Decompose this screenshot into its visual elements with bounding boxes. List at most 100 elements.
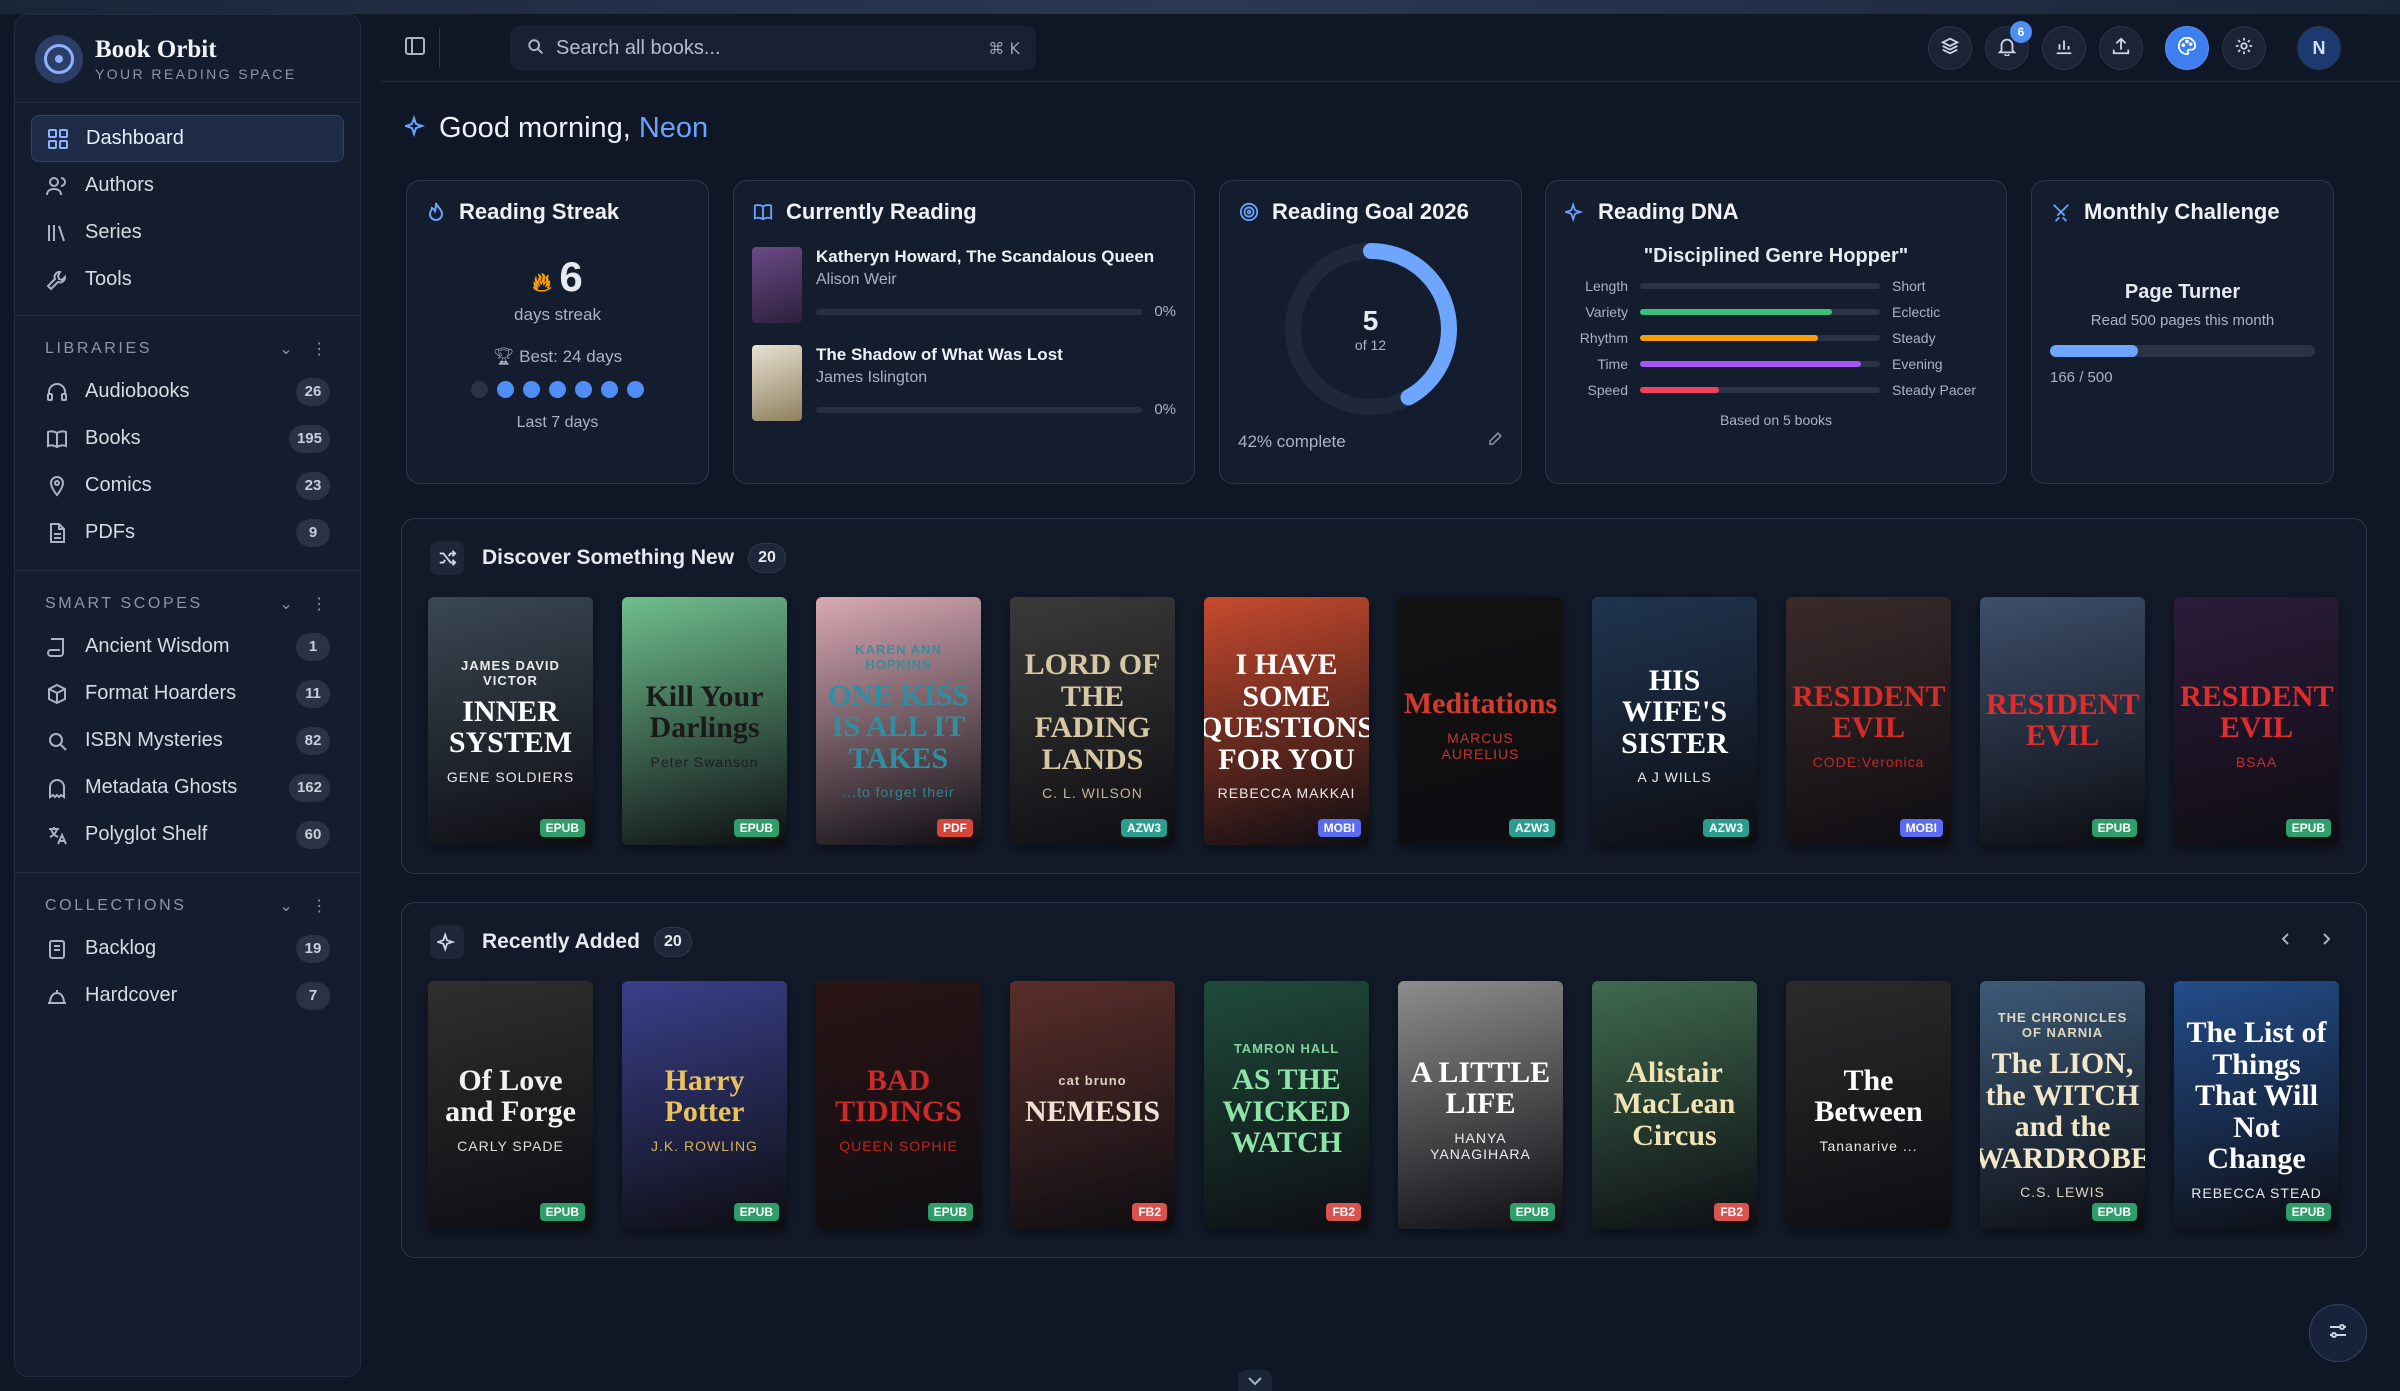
- book-cover[interactable]: HIS WIFE'S SISTER A J WILLS AZW3: [1592, 597, 1757, 845]
- settings-button[interactable]: [2222, 26, 2266, 70]
- toggle-sidebar-button[interactable]: [400, 28, 440, 68]
- challenge-name: Page Turner: [2124, 281, 2241, 303]
- book-author: GENE SOLDIERS: [446, 768, 575, 785]
- monthly-challenge-card[interactable]: Monthly Challenge Page Turner Read 500 p…: [2031, 180, 2334, 484]
- discover-shelf: Discover Something New 20 JAMES DAVID VI…: [401, 518, 2367, 874]
- collection-label: Hardcover: [85, 984, 178, 1006]
- scope-format-hoarders[interactable]: Format Hoarders 11: [31, 670, 344, 717]
- chevron-down-icon[interactable]: [1238, 1370, 1272, 1391]
- nav-series[interactable]: Series: [31, 209, 344, 256]
- panel-left-icon: [404, 35, 426, 62]
- book-author: BSAA: [2235, 753, 2278, 770]
- book-cover[interactable]: Meditations MARCUS AURELIUS AZW3: [1398, 597, 1563, 845]
- layers-button[interactable]: [1928, 26, 1972, 70]
- book-cover[interactable]: JAMES DAVID VICTOR INNER SYSTEM GENE SOLDI…: [428, 597, 593, 845]
- more-vertical-icon[interactable]: ⋮: [311, 896, 330, 916]
- reading-streak-card[interactable]: Reading Streak 🔥︎ 6 days streak 🏆︎ Best: …: [406, 180, 709, 484]
- nav-authors[interactable]: Authors: [31, 162, 344, 209]
- notification-count: 6: [2010, 21, 2032, 43]
- book-title: BAD TIDINGS: [835, 1063, 962, 1128]
- nav-tools[interactable]: Tools: [31, 256, 344, 303]
- book-cover[interactable]: BAD TIDINGS QUEEN SOPHIE EPUB: [816, 981, 981, 1229]
- sparkle-icon[interactable]: [430, 925, 464, 959]
- library-books[interactable]: Books 195: [31, 415, 344, 462]
- library-icon: [45, 221, 69, 245]
- streak-label: days streak: [514, 305, 601, 324]
- chevron-left-icon[interactable]: [2278, 931, 2294, 952]
- reading-dna-card[interactable]: Reading DNA "Disciplined Genre Hopper" L…: [1545, 180, 2007, 484]
- orbit-logo-icon: [35, 34, 83, 83]
- reading-goal-card[interactable]: Reading Goal 2026 5 of 12 42% complete: [1219, 180, 1522, 484]
- scope-polyglot-shelf[interactable]: Polyglot Shelf 60: [31, 811, 344, 858]
- book-cover[interactable]: The List of Things That Will Not Change R…: [2174, 981, 2339, 1229]
- book-title: The Between: [1814, 1063, 1923, 1128]
- challenge-progress-bar: [2050, 345, 2315, 357]
- collection-backlog[interactable]: Backlog 19: [31, 925, 344, 972]
- chevron-down-icon[interactable]: ⌄: [279, 339, 295, 359]
- book-open-icon: [45, 427, 69, 451]
- book-cover[interactable]: Harry Potter J.K. ROWLING EPUB: [622, 981, 787, 1229]
- chevron-right-icon[interactable]: [2318, 931, 2334, 952]
- reading-item[interactable]: Katheryn Howard, The Scandalous Queen Al…: [752, 247, 1176, 323]
- libraries-section: LIBRARIES ⌄ ⋮ Audiobooks 26 Books 195 Comic…: [15, 315, 360, 570]
- book-cover[interactable]: THE CHRONICLES OF NARNIA The LION, the WI…: [1980, 981, 2145, 1229]
- book-cover[interactable]: cat bruno NEMESIS FB2: [1010, 981, 1175, 1229]
- dna-fill: [1640, 335, 1818, 341]
- format-badge: MOBI: [1899, 819, 1943, 837]
- count-badge: 19: [296, 934, 330, 963]
- scope-isbn-mysteries[interactable]: ISBN Mysteries 82: [31, 717, 344, 764]
- day-dot: [601, 381, 618, 398]
- book-cover[interactable]: A LITTLE LIFE HANYA YANAGIHARA EPUB: [1398, 981, 1563, 1229]
- book-cover[interactable]: I HAVE SOME QUESTIONS FOR YOU REBECCA MAK…: [1204, 597, 1369, 845]
- library-comics[interactable]: Comics 23: [31, 462, 344, 509]
- book-author: ...to forget their: [842, 784, 955, 801]
- search-input[interactable]: Search all books... ⌘ K: [510, 26, 1036, 70]
- format-badge: EPUB: [539, 1203, 585, 1221]
- book-cover[interactable]: Of Love and Forge CARLY SPADE EPUB: [428, 981, 593, 1229]
- scope-label: Metadata Ghosts: [85, 776, 238, 798]
- edit-icon[interactable]: [1487, 431, 1503, 452]
- user-avatar[interactable]: N: [2297, 26, 2341, 70]
- collections-header[interactable]: COLLECTIONS ⌄ ⋮: [31, 887, 344, 925]
- library-pdfs[interactable]: PDFs 9: [31, 509, 344, 556]
- chevron-down-icon[interactable]: ⌄: [279, 896, 295, 916]
- book-cover[interactable]: Alistair MacLean Circus FB2: [1592, 981, 1757, 1229]
- brand[interactable]: Book Orbit YOUR READING SPACE: [15, 15, 360, 103]
- book-cover[interactable]: KAREN ANN HOPKINS ONE KISS IS ALL IT TAKE…: [816, 597, 981, 845]
- reading-author: James Islington: [816, 369, 928, 386]
- filter-settings-button[interactable]: [2309, 1304, 2367, 1362]
- book-cover[interactable]: The Between Tananarive ...: [1786, 981, 1951, 1229]
- wrench-icon: [45, 268, 69, 292]
- chevron-down-icon[interactable]: ⌄: [279, 594, 295, 614]
- smart-scopes-header[interactable]: SMART SCOPES ⌄ ⋮: [31, 585, 344, 623]
- scope-metadata-ghosts[interactable]: Metadata Ghosts 162: [31, 764, 344, 811]
- format-badge: EPUB: [2091, 819, 2137, 837]
- streak-count: 🔥︎ 6: [425, 253, 690, 301]
- book-cover[interactable]: RESIDENT EVIL BSAA EPUB: [2174, 597, 2339, 845]
- format-badge: FB2: [1714, 1203, 1749, 1221]
- book-cover[interactable]: TAMRON HALL AS THE WICKED WATCH FB2: [1204, 981, 1369, 1229]
- scope-ancient-wisdom[interactable]: Ancient Wisdom 1: [31, 623, 344, 670]
- libraries-header[interactable]: LIBRARIES ⌄ ⋮: [31, 330, 344, 368]
- notifications-button[interactable]: 6: [1985, 21, 2032, 70]
- more-vertical-icon[interactable]: ⋮: [311, 594, 330, 614]
- book-cover[interactable]: LORD OF THE FADING LANDS C. L. WILSON AZW3: [1010, 597, 1175, 845]
- dna-fill: [1640, 309, 1832, 315]
- nav-dashboard[interactable]: Dashboard: [31, 115, 344, 162]
- count-badge: 26: [296, 377, 330, 406]
- stats-button[interactable]: [2042, 26, 2086, 70]
- reading-item[interactable]: The Shadow of What Was Lost James Isling…: [752, 345, 1176, 421]
- library-audiobooks[interactable]: Audiobooks 26: [31, 368, 344, 415]
- collection-hardcover[interactable]: Hardcover 7: [31, 972, 344, 1019]
- more-vertical-icon[interactable]: ⋮: [311, 339, 330, 359]
- book-cover[interactable]: Kill Your Darlings Peter Swanson EPUB: [622, 597, 787, 845]
- day-dot: [471, 381, 488, 398]
- book-cover[interactable]: RESIDENT EVIL EPUB: [1980, 597, 2145, 845]
- currently-reading-card[interactable]: Currently Reading Katheryn Howard, The S…: [733, 180, 1195, 484]
- scope-label: Format Hoarders: [85, 682, 237, 704]
- shuffle-icon[interactable]: [430, 541, 464, 575]
- palette-icon: [2177, 36, 2197, 61]
- theme-button[interactable]: [2165, 26, 2209, 70]
- upload-button[interactable]: [2099, 26, 2143, 70]
- book-cover[interactable]: RESIDENT EVIL CODE:Veronica MOBI: [1786, 597, 1951, 845]
